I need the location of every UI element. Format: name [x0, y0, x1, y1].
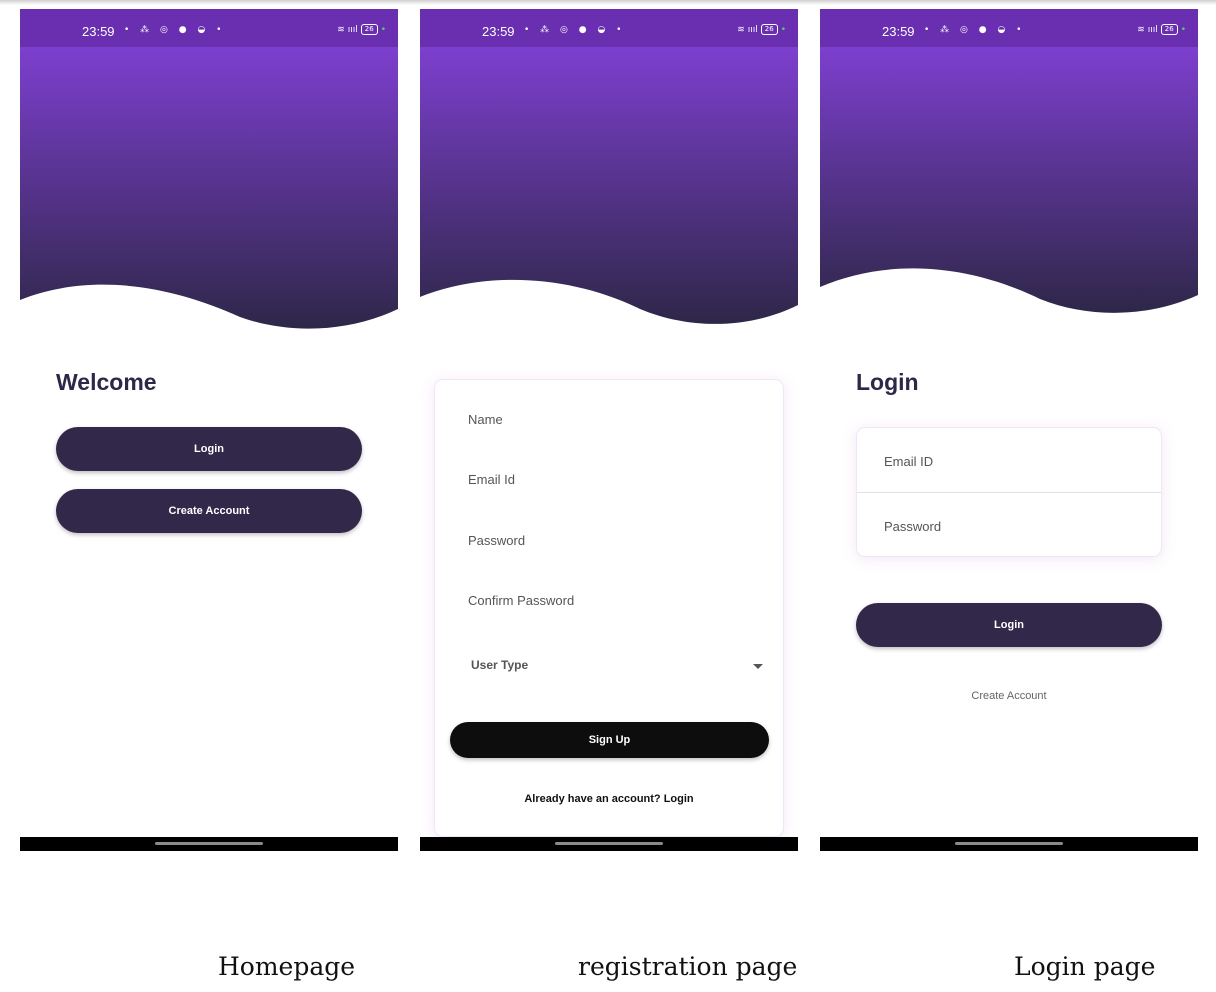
status-time: 23:59: [882, 24, 915, 39]
battery-icon: 26: [1160, 24, 1178, 35]
wifi-icon: ≋: [1137, 24, 1145, 35]
password-field[interactable]: Password: [468, 533, 525, 548]
phone-login: 23:59 • ⁂ ◎ ● ◒ • ≋ ıııl 26 • Login Emai…: [820, 9, 1198, 851]
notification-icons: • ⁂ ◎ ● ◒ •: [124, 25, 226, 35]
notification-icons: • ⁂ ◎ ● ◒ •: [924, 25, 1026, 35]
phone-homepage: 23:59 • ⁂ ◎ ● ◒ • ≋ ıııl 26 • Welcome Lo…: [20, 9, 398, 851]
top-divider: [0, 0, 1216, 5]
caption-registration: registration page: [578, 952, 798, 981]
battery-icon: 26: [760, 24, 778, 35]
status-time: 23:59: [482, 24, 515, 39]
home-indicator[interactable]: [955, 842, 1063, 845]
home-indicator[interactable]: [555, 842, 663, 845]
create-account-button[interactable]: Create Account: [56, 489, 362, 533]
nav-bar: [820, 837, 1198, 851]
privacy-dot-icon: •: [1180, 24, 1186, 35]
home-indicator[interactable]: [155, 842, 263, 845]
phone-registration: 23:59 • ⁂ ◎ ● ◒ • ≋ ıııl 26 • Name Email…: [420, 9, 798, 851]
registration-card: Name Email Id Password Confirm Password …: [434, 379, 784, 837]
email-field[interactable]: Email Id: [468, 472, 515, 487]
status-bar: 23:59 • ⁂ ◎ ● ◒ • ≋ ıııl 26 •: [20, 9, 398, 47]
notification-icons: • ⁂ ◎ ● ◒ •: [524, 25, 626, 35]
caption-login: Login page: [1014, 952, 1156, 981]
name-field[interactable]: Name: [468, 412, 503, 427]
welcome-title: Welcome: [56, 369, 157, 395]
header-wave: [420, 47, 798, 324]
status-time: 23:59: [82, 24, 115, 39]
wifi-icon: ≋: [737, 24, 745, 35]
nav-bar: [420, 837, 798, 851]
signal-icon: ıııl: [347, 24, 358, 35]
system-icons: ≋ ıııl 26 •: [337, 24, 386, 35]
header-wave: [820, 47, 1198, 313]
user-type-select[interactable]: User Type: [471, 658, 528, 672]
nav-bar: [20, 837, 398, 851]
login-button[interactable]: Login: [56, 427, 362, 471]
privacy-dot-icon: •: [380, 24, 386, 35]
signal-icon: ıııl: [747, 24, 758, 35]
login-card: Email ID Password: [856, 427, 1162, 557]
confirm-password-field[interactable]: Confirm Password: [468, 593, 574, 608]
email-id-field[interactable]: Email ID: [884, 454, 933, 469]
already-have-account-link[interactable]: Already have an account? Login: [435, 793, 783, 805]
sign-up-button[interactable]: Sign Up: [450, 722, 769, 758]
password-field[interactable]: Password: [884, 519, 941, 534]
status-bar: 23:59 • ⁂ ◎ ● ◒ • ≋ ıııl 26 •: [820, 9, 1198, 47]
battery-icon: 26: [360, 24, 378, 35]
create-account-link[interactable]: Create Account: [856, 690, 1162, 702]
chevron-down-icon[interactable]: [753, 664, 763, 669]
signal-icon: ıııl: [1147, 24, 1158, 35]
system-icons: ≋ ıııl 26 •: [1137, 24, 1186, 35]
login-button[interactable]: Login: [856, 603, 1162, 647]
system-icons: ≋ ıııl 26 •: [737, 24, 786, 35]
caption-homepage: Homepage: [218, 952, 356, 981]
privacy-dot-icon: •: [780, 24, 786, 35]
wifi-icon: ≋: [337, 24, 345, 35]
field-divider: [857, 492, 1161, 493]
header-wave: [20, 47, 398, 329]
status-bar: 23:59 • ⁂ ◎ ● ◒ • ≋ ıııl 26 •: [420, 9, 798, 47]
login-title: Login: [856, 369, 919, 395]
